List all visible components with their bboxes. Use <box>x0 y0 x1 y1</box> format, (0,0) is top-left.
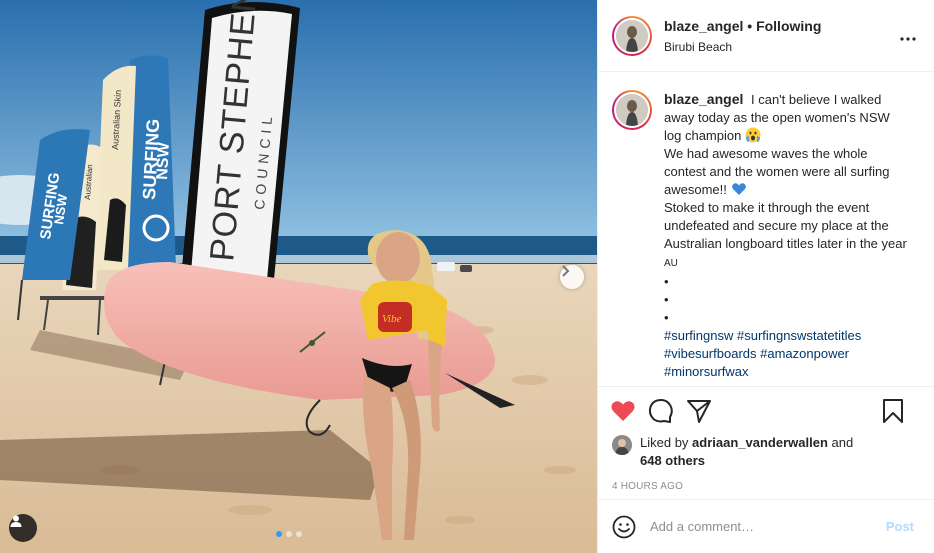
paper-plane-icon <box>687 399 711 423</box>
banner-text: NSW <box>154 141 173 180</box>
post-header: blaze_angel • Following Birubi Beach <box>598 0 934 72</box>
caption-line: Stoked to make it through the event unde… <box>664 200 907 251</box>
carousel-indicator <box>276 531 302 537</box>
likes-others-link[interactable]: 648 others <box>640 453 705 468</box>
tagged-users-button[interactable] <box>9 514 37 542</box>
share-button[interactable] <box>686 398 712 424</box>
author-username[interactable]: blaze_angel <box>664 18 743 34</box>
caption-bullet: • <box>664 274 669 289</box>
flag-text: AU <box>664 258 678 269</box>
like-button[interactable] <box>610 399 636 423</box>
location-link[interactable]: Birubi Beach <box>664 40 821 54</box>
hashtag-link[interactable]: #surfingnswstatetitles <box>737 328 861 343</box>
save-button[interactable] <box>882 398 904 424</box>
beach-scene-illustration: PORT STEPHENS COUNCIL SURFING NSW Austra… <box>0 0 597 553</box>
separator-dot: • <box>743 17 757 34</box>
post-comment-button[interactable]: Post <box>886 519 914 534</box>
author-avatar[interactable] <box>612 15 652 56</box>
likes-prefix: Liked by <box>640 435 693 450</box>
user-tag-icon <box>10 515 22 527</box>
more-options-icon <box>900 37 916 41</box>
carousel-dot <box>286 531 292 537</box>
author-info: blaze_angel • Following Birubi Beach <box>664 18 821 54</box>
more-options-button[interactable] <box>900 28 916 44</box>
bookmark-icon <box>883 398 903 423</box>
chevron-right-icon <box>562 265 570 277</box>
post-sidebar: blaze_angel • Following Birubi Beach bla… <box>597 0 934 553</box>
post-photo[interactable]: PORT STEPHENS COUNCIL SURFING NSW Austra… <box>0 0 597 553</box>
caption-author-avatar[interactable] <box>612 90 652 130</box>
heart-filled-icon <box>611 400 635 421</box>
avatar-image <box>616 19 648 52</box>
carousel-dot <box>296 531 302 537</box>
caption-username[interactable]: blaze_angel <box>664 91 743 107</box>
comment-bubble-icon <box>648 398 673 423</box>
hashtag-link[interactable]: #amazonpower <box>760 346 849 361</box>
carousel-dot <box>276 531 282 537</box>
caption-bullet: • <box>664 292 669 307</box>
caption-bullet: • <box>664 310 669 325</box>
hashtag-list: #surfingnsw #surfingnswstatetitles #vibe… <box>664 328 861 379</box>
liker-username[interactable]: adriaan_vanderwallen <box>692 435 828 450</box>
instagram-post-modal: PORT STEPHENS COUNCIL SURFING NSW Austra… <box>0 0 934 553</box>
comment-input[interactable] <box>650 519 860 534</box>
smiley-icon <box>612 515 636 538</box>
blue-heart-emoji-icon <box>731 183 746 195</box>
comments-section[interactable]: blaze_angel I can't believe I walked awa… <box>598 72 934 386</box>
hashtag-link[interactable]: #surfingnsw <box>664 328 733 343</box>
liker-avatar[interactable] <box>612 435 632 455</box>
post-actions-bar <box>598 386 934 434</box>
emoji-picker-button[interactable] <box>612 515 636 539</box>
post-timestamp[interactable]: 4 HOURS AGO <box>598 481 934 492</box>
likes-summary: Liked by adriaan_vanderwallen and 648 ot… <box>598 434 934 470</box>
likes-middle: and <box>827 435 854 450</box>
hashtag-link[interactable]: #vibesurfboards <box>664 346 757 361</box>
add-comment-bar: Post <box>598 499 934 553</box>
following-button[interactable]: Following <box>756 18 821 34</box>
hashtag-link[interactable]: #minorsurfwax <box>664 364 749 379</box>
caption-line: We had awesome waves the whole contest a… <box>664 146 890 197</box>
avatar-image <box>616 94 648 126</box>
avatar-image <box>612 435 632 455</box>
post-caption: blaze_angel I can't believe I walked awa… <box>664 90 909 386</box>
next-photo-button[interactable] <box>560 265 584 289</box>
shocked-face-emoji-icon <box>745 127 761 143</box>
comment-button[interactable] <box>648 398 674 424</box>
shirt-logo-text: Vibe <box>382 313 401 325</box>
